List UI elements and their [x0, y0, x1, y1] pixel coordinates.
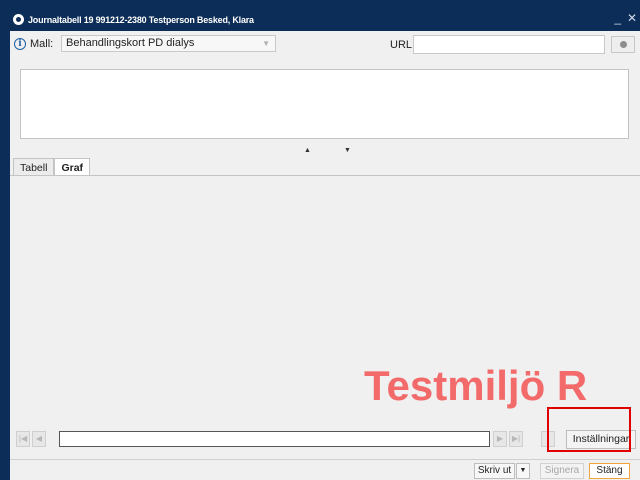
dropdown-arrow-icon[interactable]: ▼ — [516, 463, 530, 479]
dropdown-arrow-icon: ▼ — [262, 39, 270, 48]
title-bar[interactable]: Journaltabell 19 991212-2380 Testperson … — [10, 8, 640, 31]
next-page-icon[interactable]: ▶ — [493, 431, 507, 447]
navigation-row: |◀ ◀ ▶ ▶| / Inställningar — [10, 429, 640, 451]
splitter-down-icon[interactable]: ▼ — [344, 147, 351, 154]
mall-label: Mall: — [30, 38, 54, 50]
splitter-up-icon[interactable]: ▲ — [304, 147, 311, 154]
mall-select[interactable]: Behandlingskort PD dialys ▼ — [61, 35, 276, 52]
prev-page-icon[interactable]: ◀ — [32, 431, 46, 447]
mall-select-value: Behandlingskort PD dialys — [66, 37, 195, 49]
info-icon[interactable]: i — [14, 38, 26, 50]
timeline-scrollbar[interactable] — [59, 431, 490, 447]
first-page-icon[interactable]: |◀ — [16, 431, 30, 447]
test-environment-watermark: Testmiljö R — [364, 362, 588, 409]
minimize-button[interactable]: _ — [614, 11, 621, 25]
tab-graf[interactable]: Graf — [54, 158, 91, 176]
last-page-icon[interactable]: ▶| — [509, 431, 523, 447]
app-logo-icon — [13, 14, 24, 25]
tab-tabell[interactable]: Tabell — [13, 158, 55, 176]
sign-button[interactable]: Signera — [540, 463, 584, 479]
url-label: URL: — [390, 39, 416, 51]
go-button[interactable] — [611, 36, 635, 53]
print-button[interactable]: Skriv ut — [474, 463, 515, 479]
window-title: Journaltabell 19 991212-2380 Testperson … — [28, 14, 254, 25]
bottom-bar: Skriv ut ▼ Signera Stäng — [10, 459, 640, 480]
edit-icon[interactable]: / — [541, 431, 555, 447]
url-input[interactable] — [413, 35, 605, 54]
settings-button[interactable]: Inställningar — [566, 430, 636, 449]
view-tabs: Tabell Graf — [13, 158, 91, 176]
close-button[interactable]: Stäng — [589, 463, 630, 479]
note-text-area[interactable] — [20, 69, 629, 139]
template-toolbar: i Mall: Behandlingskort PD dialys ▼ URL: — [10, 35, 640, 55]
close-window-button[interactable]: ✕ — [627, 11, 637, 25]
